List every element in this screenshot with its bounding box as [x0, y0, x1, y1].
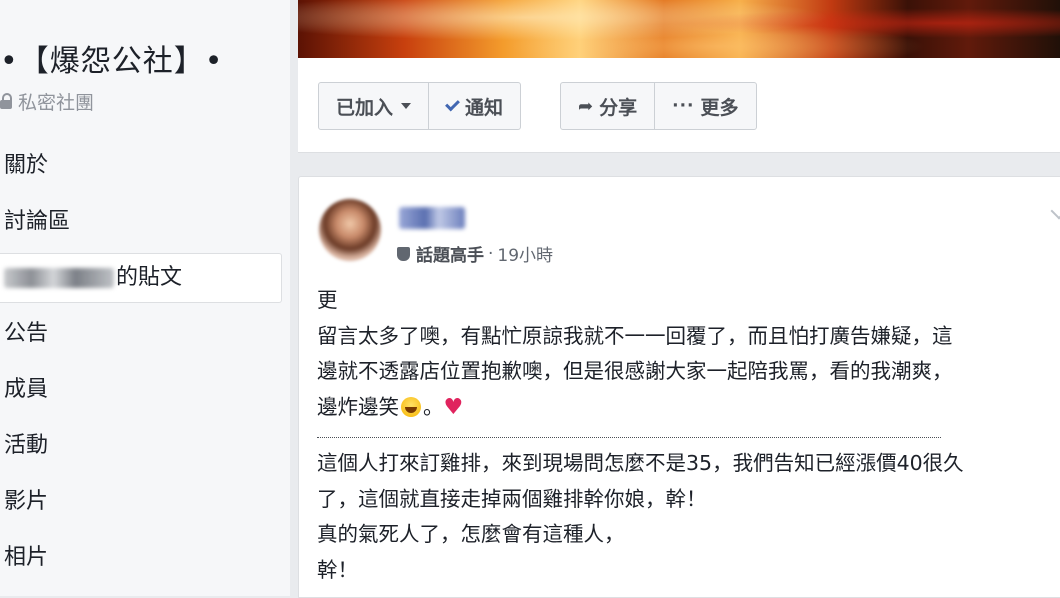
lock-icon: [0, 93, 12, 109]
post-meta: 話題高手 · 19小時: [397, 241, 553, 266]
nav-item-discussion[interactable]: 討論區: [0, 194, 282, 250]
nav-item-photos[interactable]: 相片: [0, 530, 282, 586]
nav-item-about[interactable]: 關於: [0, 138, 282, 194]
share-button[interactable]: ➦ 分享: [561, 83, 654, 129]
post-line: 真的氣死人了，怎麼會有這種人，: [317, 522, 625, 546]
post-line: 邊炸邊笑 。♥: [317, 390, 1057, 426]
group-sidebar: •【爆怨公社】• 私密社團 關於 討論區 的貼文 公告 成員 活動 影片 相片: [0, 0, 290, 596]
nav-label: 相片: [4, 545, 49, 570]
post-line: 更: [317, 288, 338, 312]
post-line-text: 邊炸邊笑: [317, 394, 399, 419]
nav-label: 影片: [4, 489, 49, 514]
nav-label: 討論區: [4, 209, 71, 234]
member-badge[interactable]: 話題高手: [416, 241, 484, 266]
more-dots-icon: ···: [672, 96, 695, 116]
group-action-bar: 已加入 通知 ➦ 分享 ··· 更多: [298, 58, 1060, 153]
author-avatar[interactable]: [319, 199, 381, 261]
nav-label: 成員: [4, 377, 49, 402]
dotted-divider: [317, 437, 941, 438]
nav-item-members[interactable]: 成員: [0, 362, 282, 418]
privacy-label: 私密社團: [18, 92, 95, 114]
cover-photo[interactable]: [298, 0, 1060, 58]
nav-label: 活動: [4, 433, 49, 458]
meta-separator: ·: [488, 243, 494, 264]
more-label: 更多: [700, 96, 739, 119]
post-card: 話題高手 · 19小時 更 留言太多了噢，有點忙原諒我就不一一回覆了，而且怕打廣…: [298, 176, 1060, 598]
caret-down-icon: [401, 103, 412, 109]
author-name-blurred[interactable]: [399, 207, 465, 229]
nav-item-announcements[interactable]: 公告: [0, 306, 282, 362]
notify-label: 通知: [465, 96, 504, 119]
post-body: 更 留言太多了噢，有點忙原諒我就不一一回覆了，而且怕打廣告嫌疑，這 邊就不透露店…: [317, 283, 1057, 588]
group-privacy: 私密社團: [0, 88, 94, 115]
joined-label: 已加入: [336, 96, 394, 119]
share-button-group: ➦ 分享 ··· 更多: [560, 82, 757, 130]
joined-button[interactable]: 已加入: [319, 83, 428, 129]
nav-label: 關於: [4, 153, 49, 178]
nav-item-my-posts[interactable]: 的貼文: [0, 253, 282, 303]
membership-button-group: 已加入 通知: [318, 82, 522, 130]
share-arrow-icon: ➦: [578, 95, 594, 117]
nav-label: 公告: [4, 321, 49, 346]
group-nav: 關於 討論區 的貼文 公告 成員 活動 影片 相片: [0, 138, 282, 586]
heart-icon: ♥: [443, 394, 464, 420]
post-line-text: 。: [423, 394, 444, 419]
nav-item-videos[interactable]: 影片: [0, 474, 282, 530]
badge-icon: [397, 246, 410, 261]
post-line: 這個人打來訂雞排，來到現場問怎麼不是35，我們告知已經漲價40很久: [317, 451, 964, 475]
post-timestamp[interactable]: 19小時: [497, 241, 553, 266]
nav-item-events[interactable]: 活動: [0, 418, 282, 474]
post-line: 了，這個就直接走掉兩個雞排幹你娘，幹！: [317, 486, 707, 511]
more-button[interactable]: ··· 更多: [654, 83, 755, 129]
blurred-name: [4, 268, 114, 288]
post-line: 邊就不透露店位置抱歉噢，但是很感謝大家一起陪我罵，看的我潮爽，: [317, 359, 953, 383]
share-label: 分享: [599, 96, 638, 119]
notify-button[interactable]: 通知: [428, 83, 520, 129]
laughing-emoji-icon: [401, 396, 421, 417]
chevron-down-icon[interactable]: [1050, 202, 1060, 220]
group-name[interactable]: •【爆怨公社】•: [0, 36, 223, 80]
nav-label: 的貼文: [116, 265, 183, 290]
post-line: 留言太多了噢，有點忙原諒我就不一一回覆了，而且怕打廣告嫌疑，這: [317, 323, 953, 348]
check-icon: [445, 96, 460, 112]
post-line: 幹！: [317, 557, 358, 582]
